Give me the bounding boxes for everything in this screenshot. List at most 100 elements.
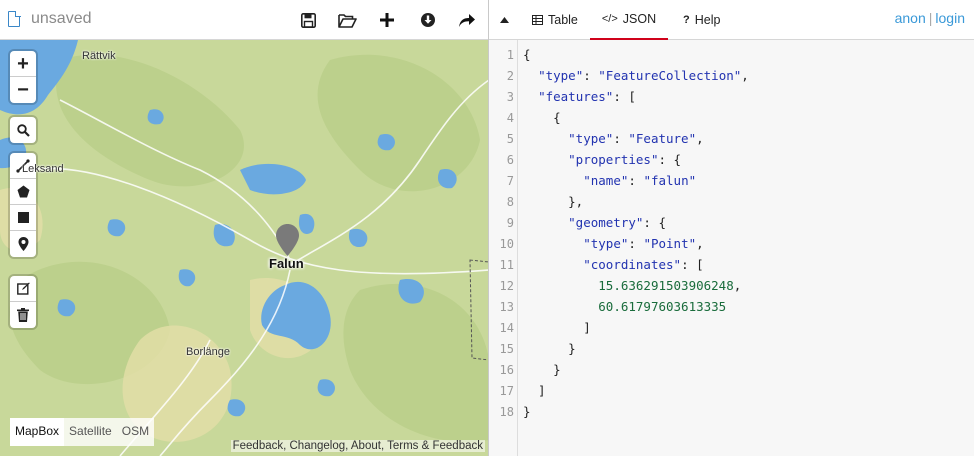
tab-bar: Table </> JSON ? Help anon | login	[489, 0, 974, 40]
save-icon	[300, 12, 316, 28]
code-line: {	[523, 47, 531, 62]
question-icon: ?	[683, 14, 690, 26]
layer-osm[interactable]: OSM	[117, 418, 154, 446]
line-number: 16	[499, 363, 514, 377]
tab-help-label: Help	[694, 13, 721, 27]
code-line: {	[523, 110, 561, 125]
trash-icon	[17, 308, 29, 322]
map-attribution[interactable]: Feedback, Changelog, About, Terms & Feed…	[230, 440, 485, 452]
download-icon	[421, 13, 435, 27]
line-number: 2	[506, 69, 514, 83]
draw-polygon-button[interactable]	[10, 179, 36, 205]
code-line: "type": "Point",	[583, 236, 704, 251]
json-string: "Feature"	[628, 131, 697, 146]
zoom-control: + −	[10, 51, 36, 103]
map-canvas[interactable]: + − Rättvik Leksand Falun Borlänge MapBo…	[0, 40, 488, 456]
json-editor[interactable]: 1 2 3 4 5 6 7 8 9 10 11 12 13 14 15 16 1…	[489, 40, 974, 456]
code-line: 15.636291503906248,	[598, 278, 742, 293]
editor-pane: Table </> JSON ? Help anon | login 1 2 3 4…	[489, 0, 974, 456]
new-button[interactable]	[375, 8, 399, 32]
open-button[interactable]	[335, 8, 359, 32]
share-arrow-icon	[459, 13, 475, 27]
delete-layers-button[interactable]	[10, 302, 36, 328]
tab-help[interactable]: ? Help	[683, 0, 720, 40]
json-number: 15.636291503906248	[598, 278, 734, 293]
file-icon	[8, 10, 21, 27]
code-line: "geometry": {	[568, 215, 666, 230]
line-number: 17	[499, 384, 514, 398]
code-icon: </>	[601, 13, 618, 25]
json-key: "name"	[583, 173, 629, 188]
edit-icon	[16, 282, 30, 295]
code-line: ]	[523, 383, 546, 398]
code-line: "type": "FeatureCollection",	[538, 68, 749, 83]
marker-icon	[18, 237, 28, 251]
line-number: 5	[506, 132, 514, 146]
json-key: "geometry"	[568, 215, 644, 230]
feature-marker-icon[interactable]	[276, 224, 299, 256]
code-line: ]	[523, 320, 591, 335]
json-key: "type"	[538, 68, 584, 83]
line-number: 10	[499, 237, 514, 251]
save-button[interactable]	[296, 8, 320, 32]
code-line: "features": [	[538, 89, 636, 104]
code-line: "type": "Feature",	[568, 131, 704, 146]
search-button[interactable]	[10, 117, 36, 143]
code-line: "name": "falun"	[583, 173, 697, 188]
zoom-in-label: +	[17, 52, 29, 75]
edit-layers-button[interactable]	[10, 276, 36, 302]
line-number-gutter: 1 2 3 4 5 6 7 8 9 10 11 12 13 14 15 16 1…	[489, 40, 518, 456]
line-number: 14	[499, 321, 514, 335]
layer-switcher: MapBox Satellite OSM	[10, 418, 155, 446]
draw-marker-button[interactable]	[10, 231, 36, 257]
tab-json-label: JSON	[622, 12, 657, 26]
share-button[interactable]	[455, 8, 479, 32]
file-name[interactable]: unsaved	[31, 10, 92, 28]
tab-table-label: Table	[548, 13, 578, 27]
layer-mapbox[interactable]: MapBox	[10, 418, 65, 446]
code-line: }	[523, 341, 576, 356]
json-key: "type"	[583, 236, 629, 251]
line-number: 4	[506, 111, 514, 125]
json-key: "type"	[568, 131, 614, 146]
collapse-button[interactable]	[497, 11, 511, 29]
line-number: 3	[506, 90, 514, 104]
file-bar: unsaved	[0, 0, 488, 40]
map-pane: unsaved + − Rättvik Leksand Falun Borlän…	[0, 0, 489, 456]
place-label-falun: Falun	[269, 256, 304, 271]
zoom-in-button[interactable]: +	[10, 51, 36, 77]
polygon-icon	[17, 185, 29, 198]
folder-open-icon	[337, 13, 357, 28]
zoom-out-label: −	[17, 79, 29, 101]
search-icon	[16, 123, 30, 137]
json-key: "coordinates"	[583, 257, 682, 272]
code-line: }	[523, 362, 561, 377]
line-number: 1	[506, 48, 514, 62]
tab-json[interactable]: </> JSON	[590, 0, 668, 40]
tab-table[interactable]: Table	[532, 0, 578, 40]
search-control	[10, 117, 36, 143]
anon-link[interactable]: anon	[895, 10, 926, 26]
download-button[interactable]	[416, 8, 440, 32]
line-number: 15	[499, 342, 514, 356]
edit-control	[10, 276, 36, 328]
code-line: }	[523, 404, 531, 419]
line-number: 6	[506, 153, 514, 167]
code-line: },	[523, 194, 584, 209]
json-string: "falun"	[643, 173, 697, 188]
table-icon	[532, 15, 543, 25]
place-label-borlange: Borlänge	[186, 346, 231, 358]
rectangle-icon	[17, 212, 29, 223]
map-background	[0, 40, 488, 456]
line-number: 12	[499, 279, 514, 293]
draw-rectangle-button[interactable]	[10, 205, 36, 231]
json-string: "FeatureCollection"	[598, 68, 742, 83]
code-line: "properties": {	[568, 152, 682, 167]
line-number: 8	[506, 195, 514, 209]
zoom-out-button[interactable]: −	[10, 77, 36, 103]
layer-satellite[interactable]: Satellite	[64, 418, 117, 446]
login-link[interactable]: login	[935, 10, 965, 26]
code-line: "coordinates": [	[583, 257, 704, 272]
json-key: "features"	[538, 89, 614, 104]
line-number: 11	[499, 258, 514, 272]
